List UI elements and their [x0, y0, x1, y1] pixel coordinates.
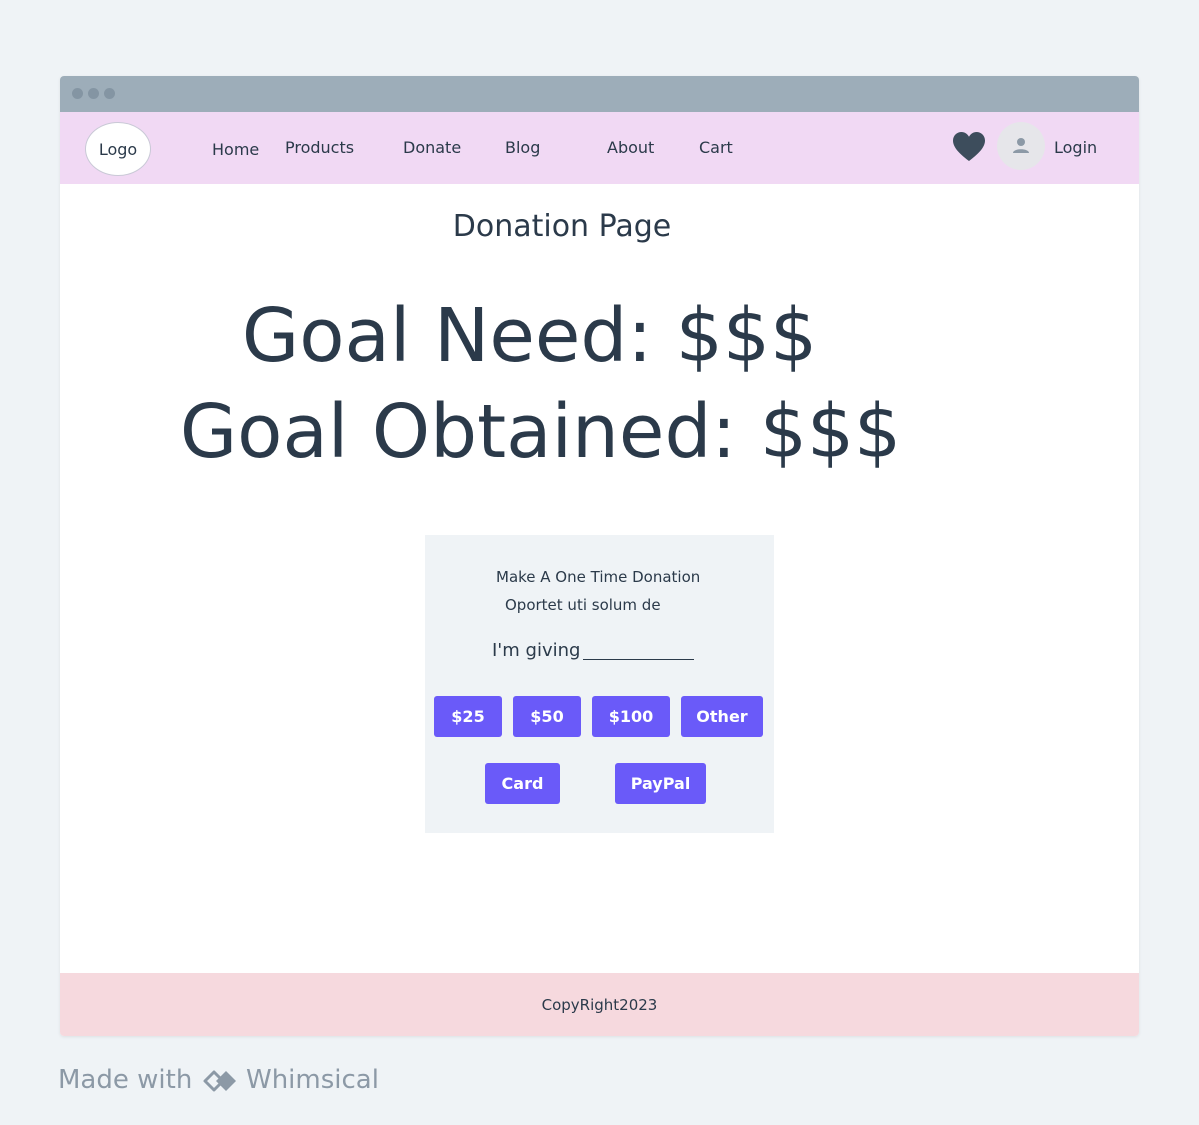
heart-icon[interactable] — [953, 132, 985, 162]
logo[interactable]: Logo — [85, 122, 151, 176]
window-titlebar — [60, 76, 1139, 112]
amount-other-button[interactable]: Other — [681, 696, 763, 737]
navbar: Logo Home Products Donate Blog About Car… — [60, 112, 1139, 184]
footer: CopyRight2023 — [60, 973, 1139, 1036]
browser-window: Logo Home Products Donate Blog About Car… — [60, 76, 1139, 1036]
made-with-label: Made with — [58, 1065, 193, 1095]
goal-need: Goal Need: $$$ — [241, 293, 818, 379]
whimsical-brand-name[interactable]: Whimsical — [246, 1065, 379, 1095]
donation-card-subtitle: Oportet uti solum de — [505, 596, 661, 614]
goal-obtained: Goal Obtained: $$$ — [179, 389, 902, 475]
copyright-text: CopyRight2023 — [541, 995, 658, 1014]
nav-link-cart[interactable]: Cart — [699, 138, 733, 157]
nav-link-home[interactable]: Home — [212, 140, 259, 159]
pay-paypal-button[interactable]: PayPal — [615, 763, 706, 804]
giving-amount-blank[interactable] — [583, 659, 694, 660]
whimsical-logo-icon — [203, 1070, 236, 1092]
window-dot — [88, 88, 99, 99]
window-dot — [72, 88, 83, 99]
window-dot — [104, 88, 115, 99]
donation-card: Make A One Time Donation Oportet uti sol… — [425, 535, 774, 833]
pay-card-button[interactable]: Card — [485, 763, 560, 804]
giving-label: I'm giving — [492, 640, 581, 661]
amount-100-button[interactable]: $100 — [592, 696, 670, 737]
user-icon — [1013, 138, 1029, 153]
nav-link-products[interactable]: Products — [285, 138, 354, 157]
nav-link-donate[interactable]: Donate — [403, 138, 461, 157]
amount-25-button[interactable]: $25 — [434, 696, 502, 737]
amount-50-button[interactable]: $50 — [513, 696, 581, 737]
login-link[interactable]: Login — [1054, 138, 1097, 157]
avatar[interactable] — [997, 122, 1045, 170]
page-title: Donation Page — [452, 209, 672, 244]
nav-link-blog[interactable]: Blog — [505, 138, 540, 157]
nav-link-about[interactable]: About — [607, 138, 654, 157]
donation-card-title: Make A One Time Donation — [496, 568, 701, 586]
